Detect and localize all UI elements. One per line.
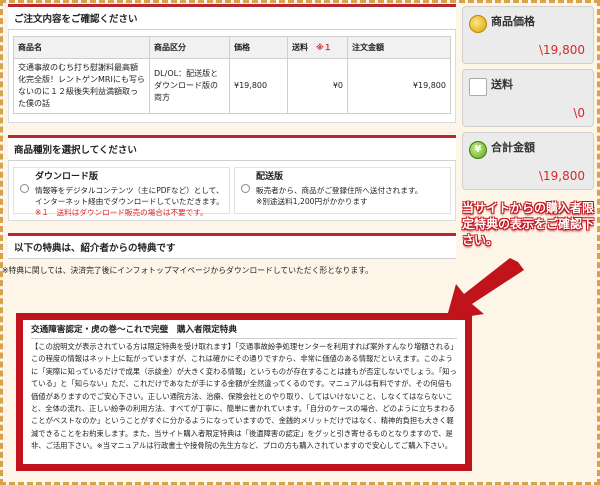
bonus-title: 交通障害認定・虎の巻〜これで完璧 購入者限定特典 [31, 325, 237, 335]
type-section-heading: 商品種別を選択してください [8, 135, 456, 161]
col-product-type: 商品区分 [149, 36, 230, 59]
yen-coin-icon: ¥ [469, 141, 487, 159]
table-row: 交通事故のむち打ち慰謝料最高額化完全版！レントゲンMRIにも写らないのに１２級後… [13, 58, 451, 114]
shipping-footnote-mark: ※１ [316, 43, 332, 52]
download-note: ※１ 送料はダウンロード販売の場合は不要です。 [35, 208, 208, 217]
delivery-desc: 販売者から、商品がご登録住所へ送付されます。 [256, 186, 423, 195]
col-shipping: 送料 ※１ [287, 36, 348, 59]
option-download[interactable]: ダウンロード版 情報等をデジタルコンテンツ（主にPDFなど）として、インターネッ… [13, 167, 230, 217]
product-type-options: ダウンロード版 情報等をデジタルコンテンツ（主にPDFなど）として、インターネッ… [8, 161, 456, 221]
bonus-body: 【この説明文が表示されている方は限定特典を受け取れます】「交通事故紛争処理センタ… [31, 338, 457, 453]
summary-price-label: 商品価格 [491, 15, 535, 28]
product-total: ¥19,800 [347, 58, 451, 114]
order-column: ご注文内容をご確認ください 商品名 商品区分 価格 送料 ※１ 注文金額 交通事… [2, 4, 456, 276]
bonus-section-heading: 以下の特典は、紹介者からの特典です [8, 233, 456, 259]
package-box-icon [469, 78, 487, 96]
summary-total-card: ¥ 合計金額 \19,800 [462, 132, 594, 190]
summary-total-value: \19,800 [538, 169, 585, 183]
summary-total-label: 合計金額 [491, 141, 535, 154]
col-price: 価格 [229, 36, 288, 59]
col-shipping-label: 送料 [292, 43, 308, 52]
col-product-name: 商品名 [13, 36, 150, 59]
order-table-header: 商品名 商品区分 価格 送料 ※１ 注文金額 [13, 36, 451, 59]
product-type: DL/OL：配送版とダウンロード版の両方 [149, 58, 230, 114]
bonus-callout-text: 当サイトからの購入者限定特典の表示をご確認下さい。 [462, 201, 595, 247]
delivery-title: 配送版 [256, 172, 284, 182]
delivery-note: ※別途送料1,200円がかかります [256, 197, 368, 206]
pointer-arrow-icon [446, 258, 524, 320]
summary-shipping-label: 送料 [491, 78, 513, 91]
coin-stack-icon [469, 15, 487, 33]
summary-shipping-value: \0 [573, 106, 585, 120]
bonus-note: ※特典に関しては、決済完了後にインフォトップマイページからダウンロードしていただ… [2, 266, 373, 275]
bonus-highlight-box: 交通障害認定・虎の巻〜これで完璧 購入者限定特典 【この説明文が表示されている方… [16, 313, 472, 471]
product-shipping: ¥0 [287, 58, 348, 114]
option-delivery[interactable]: 配送版 販売者から、商品がご登録住所へ送付されます。 ※別途送料1,200円がか… [234, 167, 451, 214]
order-table: 商品名 商品区分 価格 送料 ※１ 注文金額 交通事故のむち打ち慰謝料最高額化完… [13, 36, 451, 114]
product-price: ¥19,800 [229, 58, 288, 114]
download-title: ダウンロード版 [35, 172, 99, 182]
summary-price-card: 商品価格 \19,800 [462, 6, 594, 64]
download-desc: 情報等をデジタルコンテンツ（主にPDFなど）として、インターネット経由でダウンロ… [35, 186, 224, 206]
product-name: 交通事故のむち打ち慰謝料最高額化完全版！レントゲンMRIにも写らないのに１２級後… [13, 58, 150, 114]
order-summary: 商品価格 \19,800 送料 \0 ¥ 合計金額 \19,800 [462, 6, 594, 195]
delivery-radio[interactable] [241, 184, 250, 193]
order-section-heading: ご注文内容をご確認ください [8, 4, 456, 30]
summary-price-value: \19,800 [538, 43, 585, 57]
download-radio[interactable] [20, 184, 29, 193]
summary-shipping-card: 送料 \0 [462, 69, 594, 127]
order-table-container: 商品名 商品区分 価格 送料 ※１ 注文金額 交通事故のむち打ち慰謝料最高額化完… [8, 30, 456, 123]
col-order-total: 注文金額 [347, 36, 451, 59]
